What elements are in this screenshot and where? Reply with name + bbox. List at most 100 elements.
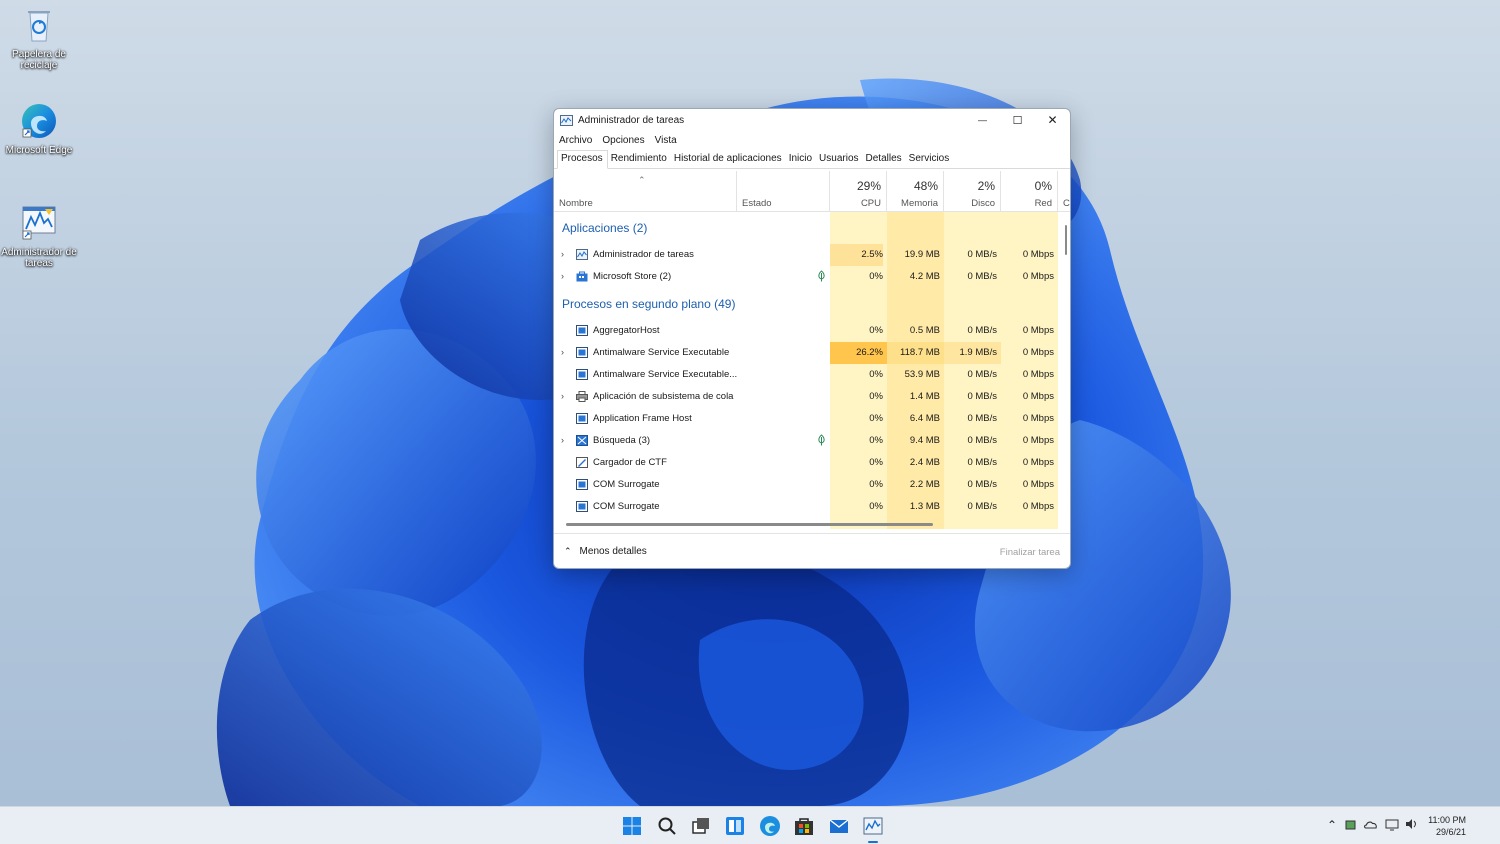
close-icon: ✕ <box>1047 113 1058 127</box>
maximize-button[interactable]: ☐ <box>1000 109 1035 131</box>
widgets-button[interactable] <box>723 814 747 838</box>
task-manager-taskbar-button[interactable] <box>861 814 885 843</box>
chevron-right-icon[interactable]: › <box>561 249 564 259</box>
task-manager-window[interactable]: Administrador de tareas — ☐ ✕ Archivo Op… <box>553 108 1071 569</box>
process-name: AggregatorHost <box>593 325 660 336</box>
disk-cell: 1.9 MB/s <box>959 347 998 358</box>
menu-vista[interactable]: Vista <box>655 135 677 146</box>
tab-detalles[interactable]: Detalles <box>863 153 906 168</box>
group-label: Aplicaciones (2) <box>562 221 648 235</box>
window-process-icon <box>576 369 588 380</box>
mail-taskbar-button[interactable] <box>827 814 851 838</box>
table-row[interactable]: COM Surrogate 0% 1.3 MB 0 MB/s 0 Mbps <box>554 496 1070 518</box>
volume-icon[interactable] <box>1405 818 1419 833</box>
table-row[interactable]: COM Surrogate 0% 2.2 MB 0 MB/s 0 Mbps <box>554 474 1070 496</box>
table-row[interactable]: › Aplicación de subsistema de cola 0% 1.… <box>554 386 1070 408</box>
memory-cell: 6.4 MB <box>909 413 940 424</box>
column-extra[interactable]: C <box>1058 171 1070 212</box>
task-manager-icon <box>863 817 883 835</box>
chevron-up-icon[interactable]: ⌃ <box>1327 818 1337 832</box>
table-row[interactable]: Antimalware Service Executable... 0% 53.… <box>554 364 1070 386</box>
group-apps[interactable]: Aplicaciones (2) <box>554 212 1070 244</box>
process-name: COM Surrogate <box>593 501 660 512</box>
column-network-label: Red <box>1034 198 1052 209</box>
window-title: Administrador de tareas <box>578 114 685 126</box>
windows-logo-icon <box>623 817 641 835</box>
disk-cell: 0 MB/s <box>967 479 997 490</box>
network-cell: 0 Mbps <box>1022 391 1054 402</box>
table-row[interactable]: › Antimalware Service Executable 26.2% 1… <box>554 342 1070 364</box>
horizontal-scrollbar[interactable] <box>566 523 933 526</box>
column-memory-label: Memoria <box>901 198 938 209</box>
column-status[interactable]: Estado <box>737 171 830 212</box>
tab-inicio[interactable]: Inicio <box>786 153 816 168</box>
leaf-suspended-icon <box>818 270 825 282</box>
disk-cell: 0 MB/s <box>967 391 997 402</box>
tab-strip: Procesos Rendimiento Historial de aplica… <box>554 149 1070 169</box>
cpu-cell: 0% <box>869 501 883 512</box>
chevron-right-icon[interactable]: › <box>561 271 564 281</box>
menu-archivo[interactable]: Archivo <box>559 135 592 146</box>
table-row[interactable]: › Administrador de tareas 2.5% 19.9 MB 0… <box>554 244 1070 266</box>
menu-opciones[interactable]: Opciones <box>602 135 644 146</box>
table-row[interactable]: AggregatorHost 0% 0.5 MB 0 MB/s 0 Mbps <box>554 320 1070 342</box>
chevron-right-icon[interactable]: › <box>561 391 564 401</box>
column-memory[interactable]: 48% Memoria <box>887 171 944 212</box>
title-bar[interactable]: Administrador de tareas — ☐ ✕ <box>554 109 1070 131</box>
store-taskbar-button[interactable] <box>792 814 816 838</box>
vertical-scrollbar[interactable] <box>1065 225 1067 255</box>
cpu-cell: 26.2% <box>856 347 883 358</box>
process-name: Application Frame Host <box>593 413 692 424</box>
group-background[interactable]: Procesos en segundo plano (49) <box>554 288 1070 320</box>
table-row[interactable]: Application Frame Host 0% 6.4 MB 0 MB/s … <box>554 408 1070 430</box>
tab-procesos[interactable]: Procesos <box>557 150 608 169</box>
minimize-button[interactable]: — <box>965 109 1000 131</box>
network-total: 0% <box>1034 179 1052 193</box>
window-process-icon <box>576 347 588 358</box>
onedrive-icon[interactable] <box>1364 819 1378 834</box>
network-cell: 0 Mbps <box>1022 479 1054 490</box>
desktop-icon-recycle-bin[interactable]: Papelera de reciclaje <box>1 5 77 71</box>
column-name[interactable]: ⌃ Nombre <box>554 171 737 212</box>
tab-servicios[interactable]: Servicios <box>906 153 954 168</box>
table-row[interactable]: › Microsoft Store (2) 0% 4.2 MB 0 MB/s 0… <box>554 266 1070 288</box>
window-process-icon <box>576 413 588 424</box>
desktop-icon-task-manager[interactable]: Administrador de tareas <box>1 203 77 269</box>
task-manager-icon <box>576 249 588 260</box>
network-icon[interactable] <box>1385 819 1399 834</box>
process-name: Antimalware Service Executable... <box>593 369 738 380</box>
chevron-right-icon[interactable]: › <box>561 435 564 445</box>
tab-usuarios[interactable]: Usuarios <box>816 153 862 168</box>
chevron-right-icon[interactable]: › <box>561 347 564 357</box>
footer-bar: ⌃ Menos detalles Finalizar tarea <box>554 533 1070 568</box>
maximize-icon: ☐ <box>1012 114 1023 127</box>
clock[interactable]: 11:00 PM 29/6/21 <box>1428 814 1466 838</box>
process-name: Búsqueda (3) <box>593 435 651 446</box>
task-view-button[interactable] <box>689 814 713 838</box>
edge-icon <box>19 101 59 141</box>
column-name-label: Nombre <box>559 198 593 209</box>
disk-total: 2% <box>977 179 995 193</box>
start-button[interactable] <box>620 814 644 838</box>
end-task-button[interactable]: Finalizar tarea <box>1000 547 1060 558</box>
tab-rendimiento[interactable]: Rendimiento <box>608 153 671 168</box>
table-row[interactable]: › Búsqueda (3) 0% 9.4 MB 0 MB/s 0 Mbps <box>554 430 1070 452</box>
widgets-icon <box>726 817 744 835</box>
battery-icon[interactable] <box>1345 819 1357 834</box>
close-button[interactable]: ✕ <box>1035 109 1070 131</box>
search-button[interactable] <box>655 814 679 838</box>
process-name: Antimalware Service Executable <box>593 347 730 358</box>
column-disk-label: Disco <box>971 198 995 209</box>
disk-cell: 0 MB/s <box>967 369 997 380</box>
tab-historial[interactable]: Historial de aplicaciones <box>671 153 786 168</box>
edge-taskbar-button[interactable] <box>758 814 782 838</box>
memory-cell: 2.4 MB <box>909 457 940 468</box>
memory-cell: 118.7 MB <box>900 347 940 358</box>
column-disk[interactable]: 2% Disco <box>944 171 1001 212</box>
desktop-icon-edge[interactable]: Microsoft Edge <box>1 101 77 156</box>
column-cpu[interactable]: 29% CPU <box>830 171 887 212</box>
less-details-button[interactable]: ⌃ Menos detalles <box>564 546 647 557</box>
column-network[interactable]: 0% Red <box>1001 171 1058 212</box>
table-row[interactable]: Cargador de CTF 0% 2.4 MB 0 MB/s 0 Mbps <box>554 452 1070 474</box>
cpu-cell: 0% <box>869 413 883 424</box>
